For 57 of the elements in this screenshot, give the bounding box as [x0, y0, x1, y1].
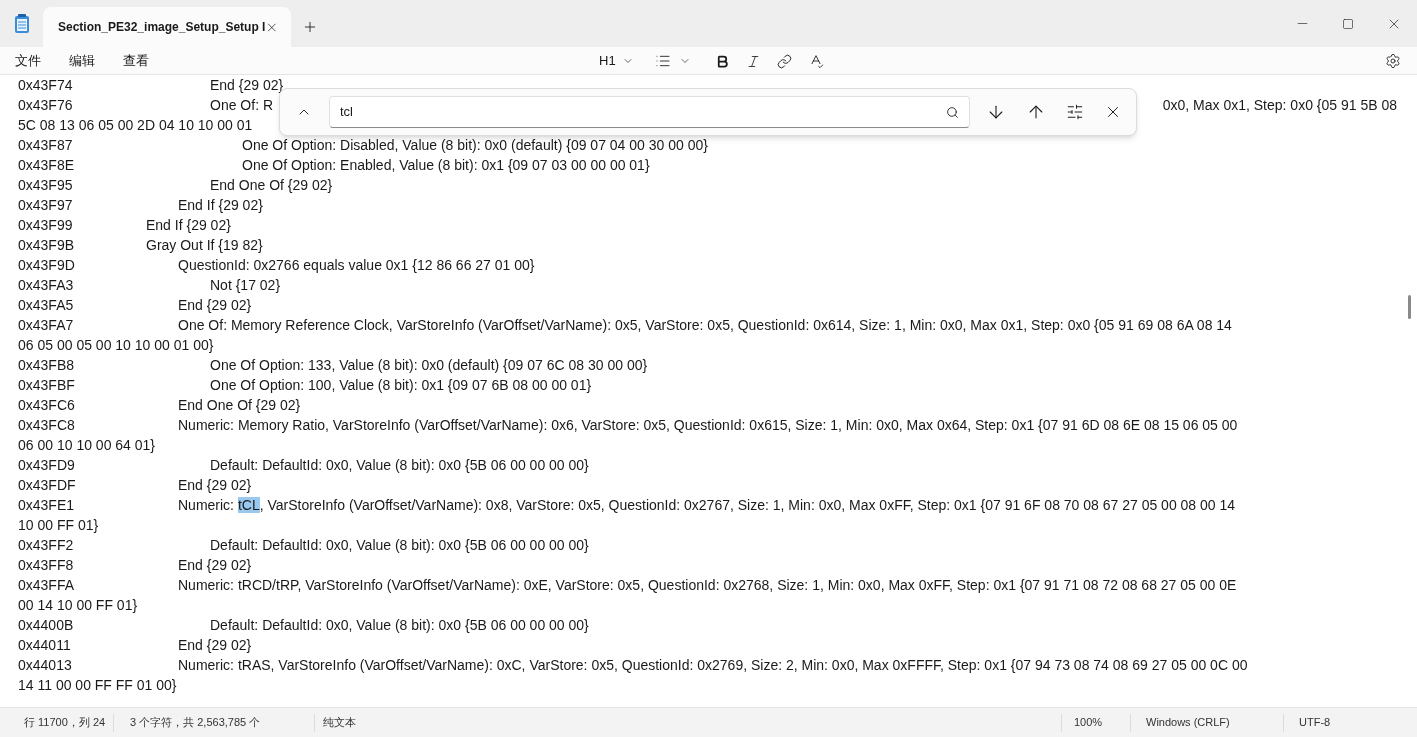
- code-line: 0x43FB8 One Of Option: 133, Value (8 bit): 0x0 (default) {09 07 6C 08 30 00 00}: [18, 356, 648, 375]
- spellcheck-icon[interactable]: [808, 53, 824, 69]
- code-line: 0x43F95 End One Of {29 02}: [18, 176, 333, 195]
- encoding: UTF-8: [1298, 715, 1332, 731]
- link-icon[interactable]: [777, 53, 792, 69]
- heading-dropdown[interactable]: H1: [599, 51, 639, 71]
- code-line: 0x43F8E One Of Option: Enabled, Value (8 bit): 0x1 {09 07 03 00 00 00 01}: [18, 156, 650, 175]
- code-line: 0x43F97 End If {29 02}: [18, 196, 263, 215]
- notepad-icon: [13, 13, 30, 34]
- code-line: 06 05 00 05 00 10 10 00 01 00}: [18, 336, 214, 355]
- code-line: 10 00 FF 01}: [18, 516, 99, 535]
- code-line: 0x43FF2 Default: DefaultId: 0x0, Value (8 bit): 0x0 {5B 06 00 00 00 00}: [18, 536, 589, 555]
- scrollbar-thumb[interactable]: [1408, 295, 1411, 319]
- menu-item[interactable]: 编辑: [69, 50, 95, 71]
- code-line: 0x0, Max 0x1, Step: 0x0 {05 91 5B 08: [1162, 96, 1397, 115]
- maximize-icon[interactable]: [1342, 17, 1354, 30]
- format-label: 纯文本: [322, 715, 356, 731]
- code-line: 0x43FA5 End {29 02}: [18, 296, 252, 315]
- code-line: 0x43F74 End {29 02}: [18, 76, 284, 95]
- code-line: 0x44013 Numeric: tRAS, VarStoreInfo (VarOffset/VarName): 0xC, VarStore: 0x5, QuestionId: 0x2769, Size: 2, Min: 0x0, Max 0xFFFF, Step: 0x1 {07 94 73 08 74 08 69 27 05 00 0C 00: [18, 656, 1248, 675]
- code-line: 0x43F99 End If {29 02}: [18, 216, 231, 235]
- code-line: 0x43FA3 Not {17 02}: [18, 276, 281, 295]
- code-line: 0x43FE1 Numeric: tCL, VarStoreInfo (VarOffset/VarName): 0x8, VarStore: 0x5, QuestionId: 0x2767, Size: 1, Min: 0x0, Max 0xFF, Step: 0x1 {07 91 6F 08 70 08 67 27 05 00 08 00 14: [18, 496, 1236, 515]
- code-line: 0x4400B Default: DefaultId: 0x0, Value (8 bit): 0x0 {5B 06 00 00 00 00}: [18, 616, 589, 635]
- cursor-position: 行 11700，列 24: [23, 715, 107, 731]
- code-line: 5C 08 13 06 05 00 2D 04 10 10 00 01: [18, 116, 253, 135]
- character-count: 3 个字符，共 2,563,785 个: [129, 715, 262, 731]
- code-line: 0x43FBF One Of Option: 100, Value (8 bit): 0x1 {09 07 6B 08 00 00 01}: [18, 376, 592, 395]
- document-tab[interactable]: Section_PE32_image_Setup_Setup I: [43, 7, 291, 47]
- code-line: 0x43F9D QuestionId: 0x2766 equals value 0x1 {12 86 66 27 01 00}: [18, 256, 535, 275]
- italic-icon[interactable]: [746, 53, 761, 69]
- options-icon[interactable]: [1066, 103, 1084, 121]
- code-line: 14 11 00 00 FF FF 01 00}: [18, 676, 177, 695]
- code-line: 0x43FA7 One Of: Memory Reference Clock, VarStoreInfo (VarOffset/VarName): 0x5, VarStore: 0x5, QuestionId: 0x614, Size: 1, Min: 0x0, Max 0x1, Step: 0x0 {05 91 69 08 6A 08 14: [18, 316, 1232, 335]
- find-field[interactable]: tcl: [329, 96, 970, 128]
- code-line: 0x43FD9 Default: DefaultId: 0x0, Value (8 bit): 0x0 {5B 06 00 00 00 00}: [18, 456, 589, 475]
- code-line: 0x43FC8 Numeric: Memory Ratio, VarStoreInfo (VarOffset/VarName): 0x6, VarStore: 0x5, QuestionId: 0x615, Size: 1, Min: 0x0, Max 0x64, Step: 0x1 {07 91 6D 08 6E 08 15 06 05 00: [18, 416, 1238, 435]
- code-line: 0x43FDF End {29 02}: [18, 476, 252, 495]
- list-dropdown[interactable]: [655, 53, 691, 69]
- code-line: 0x43F76 One Of: R: [18, 96, 274, 115]
- code-line: 0x44011 End {29 02}: [18, 636, 252, 655]
- code-line: 0x43FFA Numeric: tRCD/tRP, VarStoreInfo (VarOffset/VarName): 0xE, VarStore: 0x5, QuestionId: 0x2768, Size: 1, Min: 0x0, Max 0xFF, Step: 0x1 {07 91 71 08 72 08 68 27 05 00 0E: [18, 576, 1237, 595]
- search-icon[interactable]: [946, 105, 959, 119]
- line-ending: Windows (CRLF): [1145, 715, 1231, 731]
- code-line: 0x43F87 One Of Option: Disabled, Value (8 bit): 0x0 (default) {09 07 04 00 30 00 00}: [18, 136, 708, 155]
- code-line: 00 14 10 00 FF 01}: [18, 596, 138, 615]
- code-line: 0x43FF8 End {29 02}: [18, 556, 252, 575]
- list-icon: [655, 53, 671, 69]
- menu-item[interactable]: 查看: [123, 50, 149, 71]
- code-line: 06 00 10 10 00 64 01}: [18, 436, 156, 455]
- bold-icon[interactable]: [715, 53, 730, 69]
- menu-item[interactable]: 文件: [15, 50, 41, 71]
- code-line: 0x43F9B Gray Out If {19 82}: [18, 236, 263, 255]
- code-line: 0x43FC6 End One Of {29 02}: [18, 396, 301, 415]
- zoom-level: 100%: [1073, 715, 1104, 731]
- settings-icon[interactable]: [1385, 52, 1401, 69]
- new-tab-icon[interactable]: [302, 19, 318, 35]
